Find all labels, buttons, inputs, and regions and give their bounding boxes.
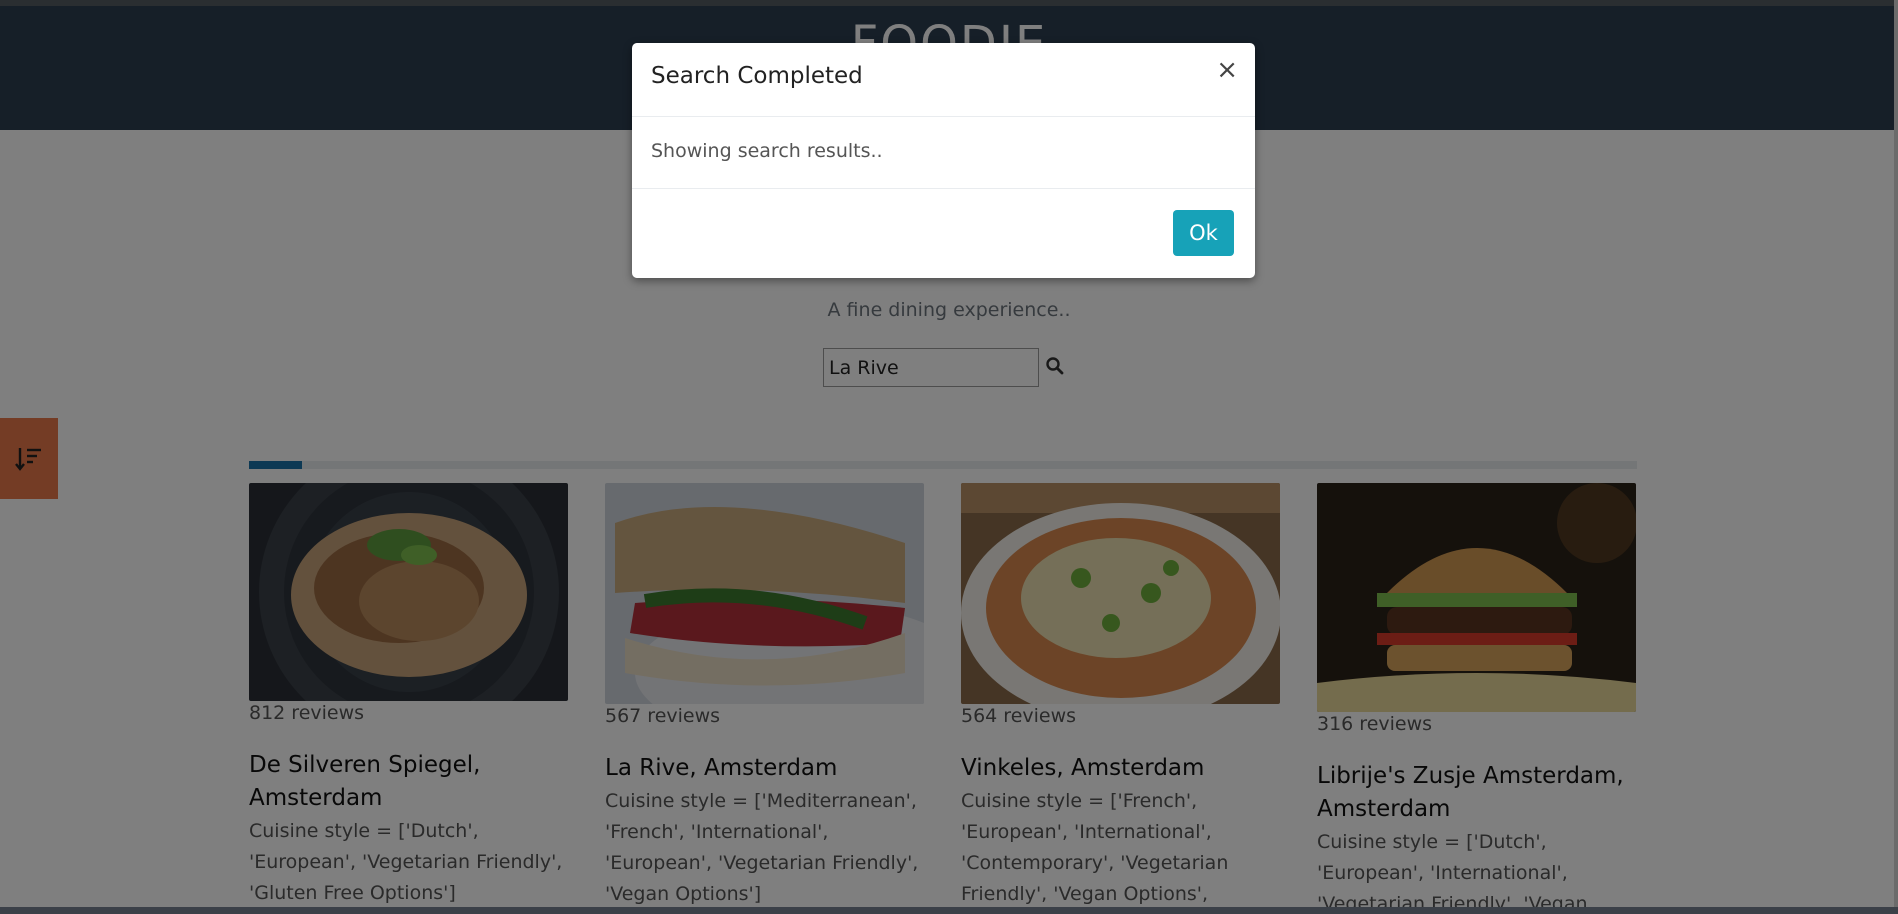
dialog-title: Search Completed — [651, 63, 863, 89]
ok-button[interactable]: Ok — [1173, 210, 1234, 256]
taskbar — [0, 907, 1898, 914]
close-icon[interactable]: × — [1216, 57, 1238, 83]
dialog-body: Showing search results.. — [632, 117, 1255, 189]
page: FOODIE A fine dining experience.. — [0, 0, 1898, 914]
dialog-header: Search Completed × — [632, 43, 1255, 117]
search-completed-dialog: Search Completed × Showing search result… — [632, 43, 1255, 278]
dialog-message: Showing search results.. — [651, 140, 883, 162]
